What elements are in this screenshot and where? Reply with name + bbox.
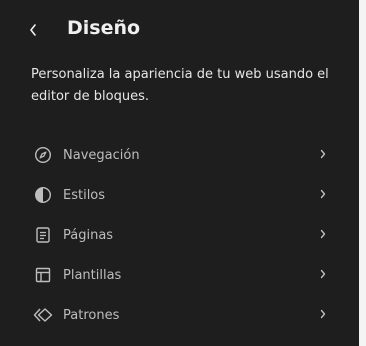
diamond-icon — [32, 304, 54, 326]
chevron-right-icon — [318, 267, 328, 281]
nav-item-plantillas[interactable]: Plantillas — [24, 255, 338, 295]
chevron-right-icon — [318, 307, 328, 321]
page-icon — [32, 224, 54, 246]
chevron-right-icon — [318, 227, 328, 241]
nav-item-label: Navegación — [63, 147, 140, 163]
sidebar-header: Diseño — [0, 0, 359, 60]
compass-icon — [32, 144, 54, 166]
design-nav: Navegación Estilos Páginas Plantillas Pa… — [24, 135, 338, 335]
chevron-left-icon — [28, 23, 38, 37]
page-title: Diseño — [67, 17, 141, 39]
chevron-right-icon — [318, 147, 328, 161]
half-circle-icon — [32, 184, 54, 206]
nav-item-paginas[interactable]: Páginas — [24, 215, 338, 255]
nav-item-estilos[interactable]: Estilos — [24, 175, 338, 215]
nav-item-label: Patrones — [63, 307, 120, 323]
nav-item-patrones[interactable]: Patrones — [24, 295, 338, 335]
editor-canvas-edge — [359, 0, 366, 346]
layout-icon — [32, 264, 54, 286]
sidebar-panel: Diseño Personaliza la apariencia de tu w… — [0, 0, 359, 346]
nav-item-label: Páginas — [63, 227, 114, 243]
back-button[interactable] — [20, 16, 46, 44]
nav-item-navegacion[interactable]: Navegación — [24, 135, 338, 175]
chevron-right-icon — [318, 187, 328, 201]
description-text: Personaliza la apariencia de tu web usan… — [31, 67, 329, 104]
nav-item-label: Plantillas — [63, 267, 122, 283]
nav-item-label: Estilos — [63, 187, 106, 203]
